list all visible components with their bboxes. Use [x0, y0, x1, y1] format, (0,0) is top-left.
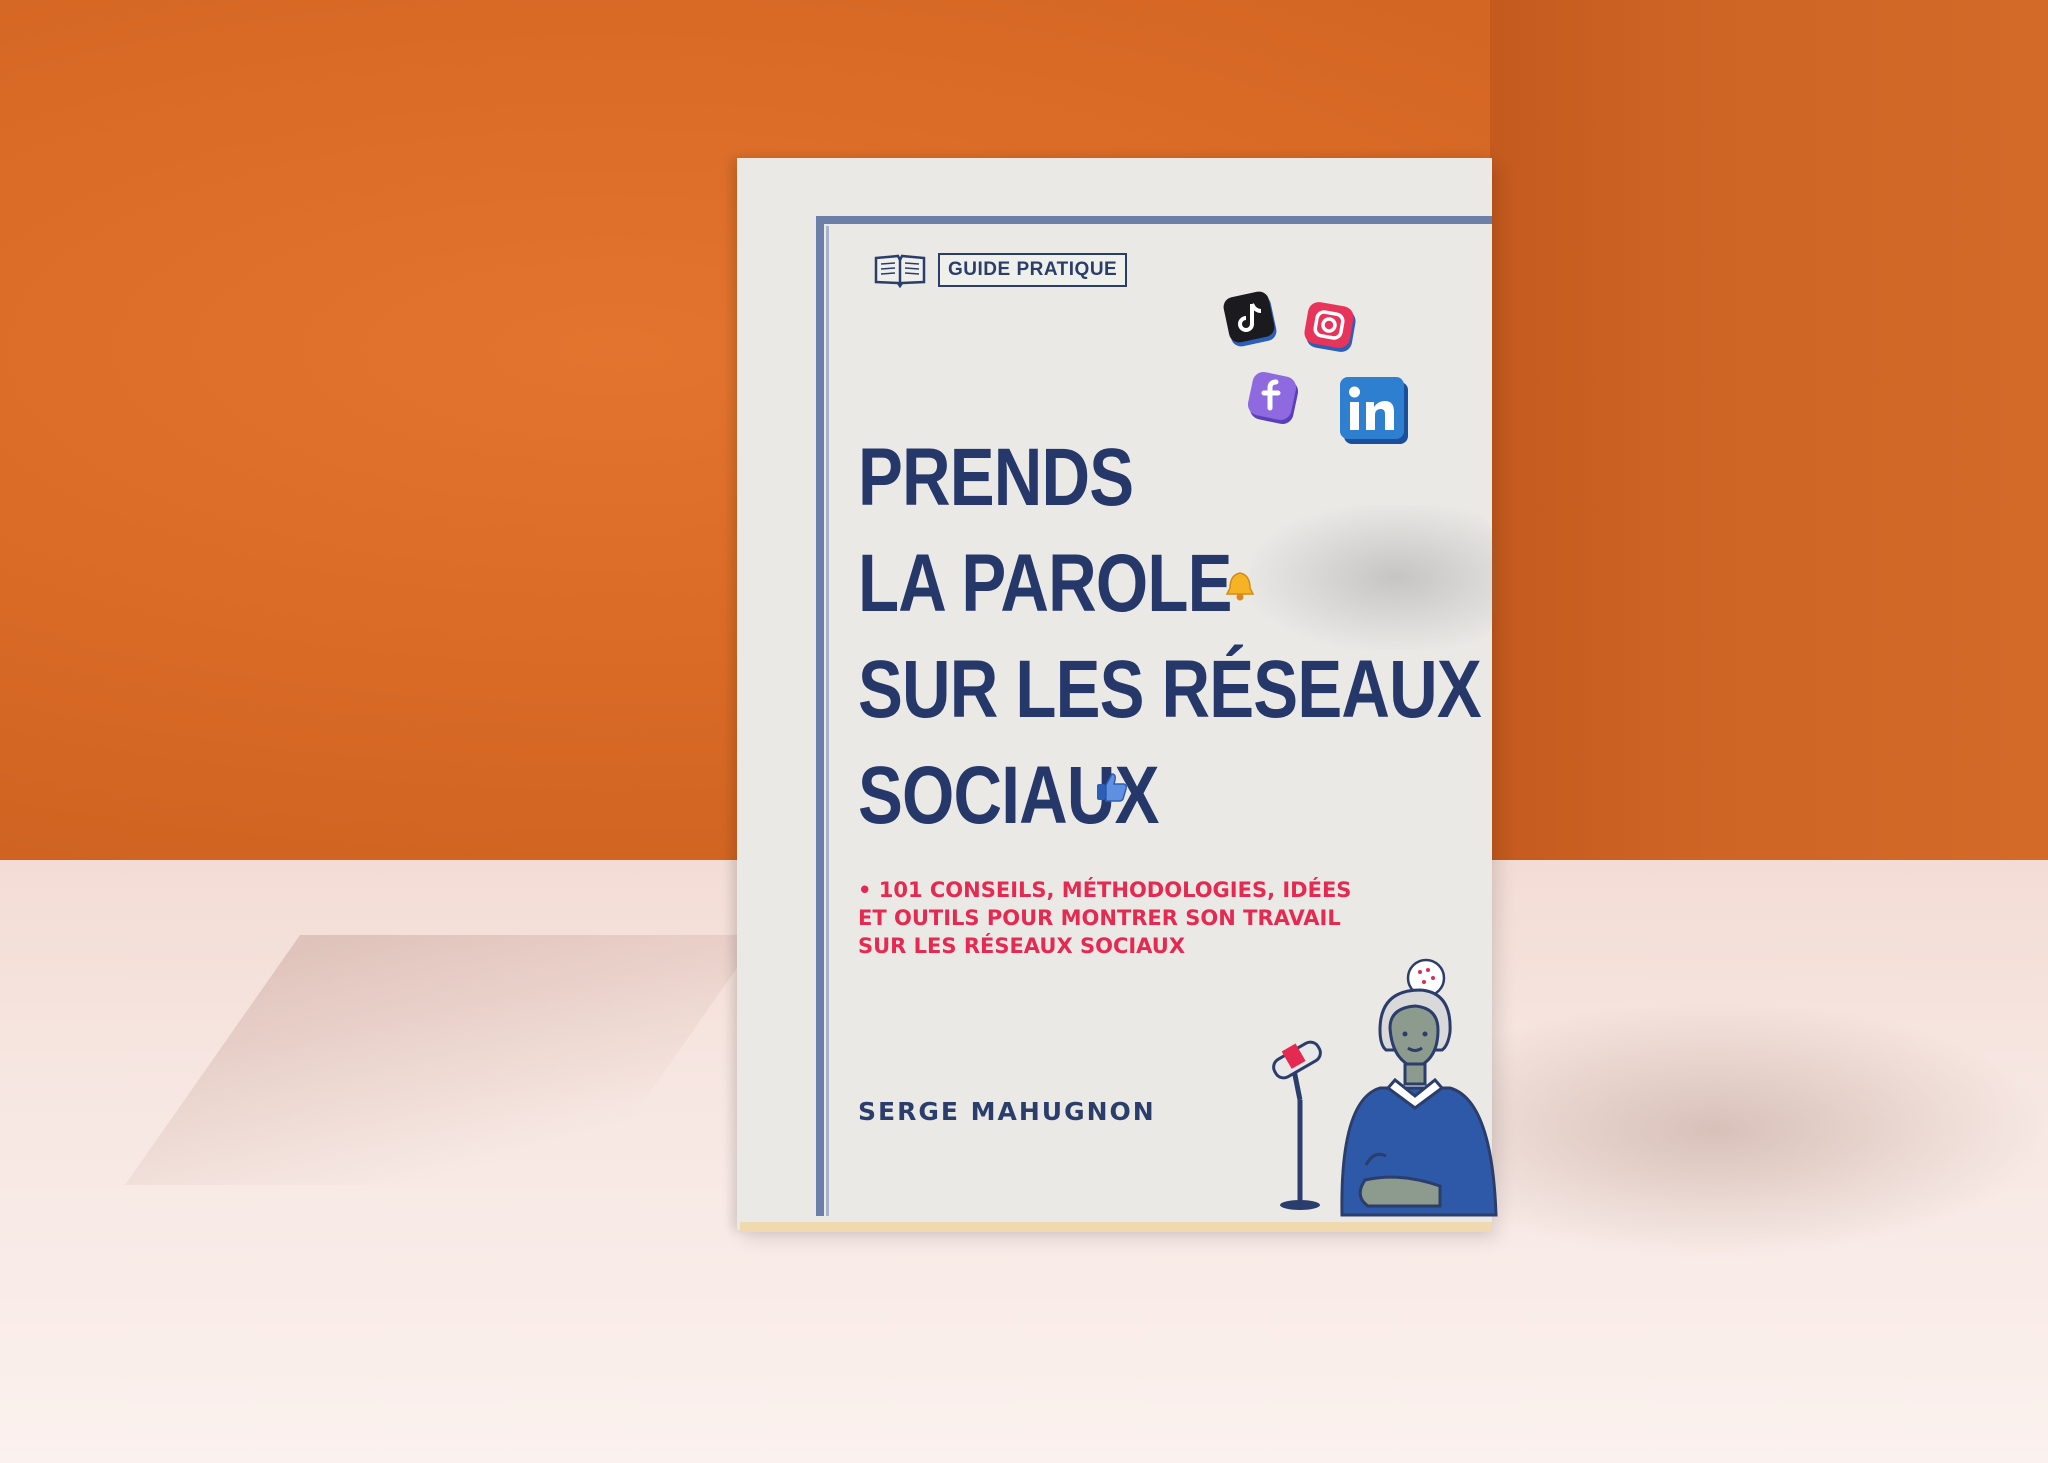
bell-icon — [1225, 572, 1255, 601]
title-line-4: SOCIAUX — [858, 750, 1159, 841]
guide-badge: GUIDE PRATIQUE — [872, 250, 1128, 290]
guide-badge-label: GUIDE PRATIQUE — [938, 253, 1128, 287]
cover-frame-top — [816, 216, 1492, 224]
book-subtitle: • 101 CONSEILS, MÉTHODOLOGIES, IDÉES ET … — [858, 876, 1351, 960]
cover-frame-left-inner — [826, 226, 829, 1216]
book-page-edge — [740, 1222, 1492, 1232]
table-shadow-right — [1490, 1000, 2048, 1260]
subtitle-line-1: • 101 CONSEILS, MÉTHODOLOGIES, IDÉES — [858, 878, 1352, 902]
thumbs-up-icon — [1097, 773, 1127, 802]
orange-wall-shaded — [1490, 0, 2048, 875]
title-line-2: LA PAROLE — [858, 538, 1232, 629]
facebook-icon — [1247, 371, 1299, 425]
person-figure — [1340, 958, 1498, 1217]
tiktok-icon — [1223, 291, 1277, 347]
book-title: PRENDS LA PAROLE SUR LES RÉSEAUX SOCIAUX — [858, 425, 1482, 849]
title-line-3: SUR LES RÉSEAUX — [858, 644, 1482, 735]
photo-scene: GUIDE PRATIQUE PRENDS LA PAROLE SUR LES … — [0, 0, 2048, 1463]
title-line-1: PRENDS — [858, 432, 1134, 523]
subtitle-line-2: ET OUTILS POUR MONTRER SON TRAVAIL — [858, 906, 1341, 930]
open-book-icon — [874, 254, 926, 288]
cover-frame-left — [816, 216, 824, 1216]
speaker-illustration — [1272, 958, 1498, 1217]
book-author: SERGE MAHUGNON — [858, 1097, 1156, 1126]
microphone-icon — [1272, 1040, 1322, 1210]
instagram-icon — [1304, 302, 1356, 352]
